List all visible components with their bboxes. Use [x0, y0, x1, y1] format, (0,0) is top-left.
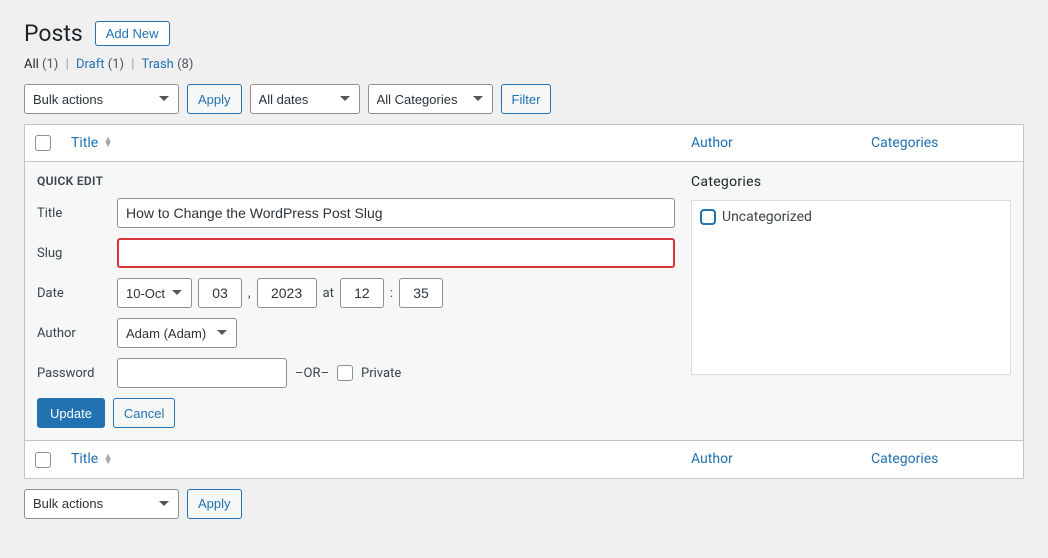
- categories-heading: Categories: [691, 174, 1011, 190]
- title-input[interactable]: [117, 198, 675, 228]
- column-categories-footer[interactable]: Categories: [861, 441, 1024, 478]
- apply-bulk-button-top[interactable]: Apply: [187, 84, 242, 114]
- private-label: Private: [361, 366, 401, 381]
- day-input[interactable]: [198, 278, 242, 308]
- column-title-footer[interactable]: Title ▲▼: [61, 441, 681, 478]
- sort-icon: ▲▼: [104, 455, 113, 465]
- author-label: Author: [37, 326, 117, 341]
- sort-icon: ▲▼: [104, 138, 113, 148]
- bulk-actions-select-bottom[interactable]: Bulk actions: [24, 489, 179, 519]
- category-filter-select[interactable]: All Categories: [368, 84, 493, 114]
- cancel-button[interactable]: Cancel: [113, 398, 175, 428]
- year-input[interactable]: [257, 278, 317, 308]
- password-label: Password: [37, 366, 117, 381]
- add-new-button[interactable]: Add New: [95, 21, 170, 46]
- column-author-header[interactable]: Author: [681, 125, 861, 162]
- quick-edit-row: QUICK EDIT Title Slug Date 10: [25, 162, 1024, 441]
- or-label: –OR–: [295, 366, 329, 381]
- update-button[interactable]: Update: [37, 398, 105, 428]
- comma-label: ,: [248, 286, 251, 301]
- password-input[interactable]: [117, 358, 287, 388]
- date-label: Date: [37, 286, 117, 301]
- private-checkbox[interactable]: [337, 365, 353, 381]
- at-label: at: [323, 286, 334, 301]
- bulk-actions-select-top[interactable]: Bulk actions: [24, 84, 179, 114]
- apply-bulk-button-bottom[interactable]: Apply: [187, 489, 242, 519]
- hour-input[interactable]: [340, 278, 384, 308]
- filter-button[interactable]: Filter: [501, 84, 552, 114]
- uncategorized-checkbox[interactable]: [700, 209, 716, 225]
- date-filter-select[interactable]: All dates: [250, 84, 360, 114]
- page-title: Posts: [24, 20, 83, 47]
- month-select[interactable]: 10-Oct: [117, 278, 192, 308]
- post-status-filters: All (1) | Draft (1) | Trash (8): [24, 57, 1024, 72]
- colon-label: :: [390, 286, 393, 301]
- slug-input[interactable]: [117, 238, 675, 268]
- select-all-top-checkbox[interactable]: [35, 135, 51, 151]
- column-author-footer[interactable]: Author: [681, 441, 861, 478]
- filter-all[interactable]: All (1): [24, 57, 58, 72]
- title-label: Title: [37, 206, 117, 221]
- filter-trash[interactable]: Trash (8): [141, 57, 193, 72]
- tablenav-top: Bulk actions Apply All dates All Categor…: [24, 84, 1024, 114]
- column-categories-header[interactable]: Categories: [861, 125, 1024, 162]
- category-item-uncategorized[interactable]: Uncategorized: [700, 209, 1002, 225]
- filter-draft[interactable]: Draft (1): [76, 57, 124, 72]
- tablenav-bottom: Bulk actions Apply: [24, 489, 1024, 519]
- slug-label: Slug: [37, 246, 117, 261]
- author-select[interactable]: Adam (Adam): [117, 318, 237, 348]
- select-all-bottom-checkbox[interactable]: [35, 452, 51, 468]
- uncategorized-label: Uncategorized: [722, 209, 812, 225]
- column-title-header[interactable]: Title ▲▼: [61, 125, 681, 162]
- categories-checklist[interactable]: Uncategorized: [691, 200, 1011, 375]
- minute-input[interactable]: [399, 278, 443, 308]
- posts-table: Title ▲▼ Author Categories QUICK EDIT Ti…: [24, 124, 1024, 479]
- quick-edit-heading: QUICK EDIT: [37, 174, 675, 188]
